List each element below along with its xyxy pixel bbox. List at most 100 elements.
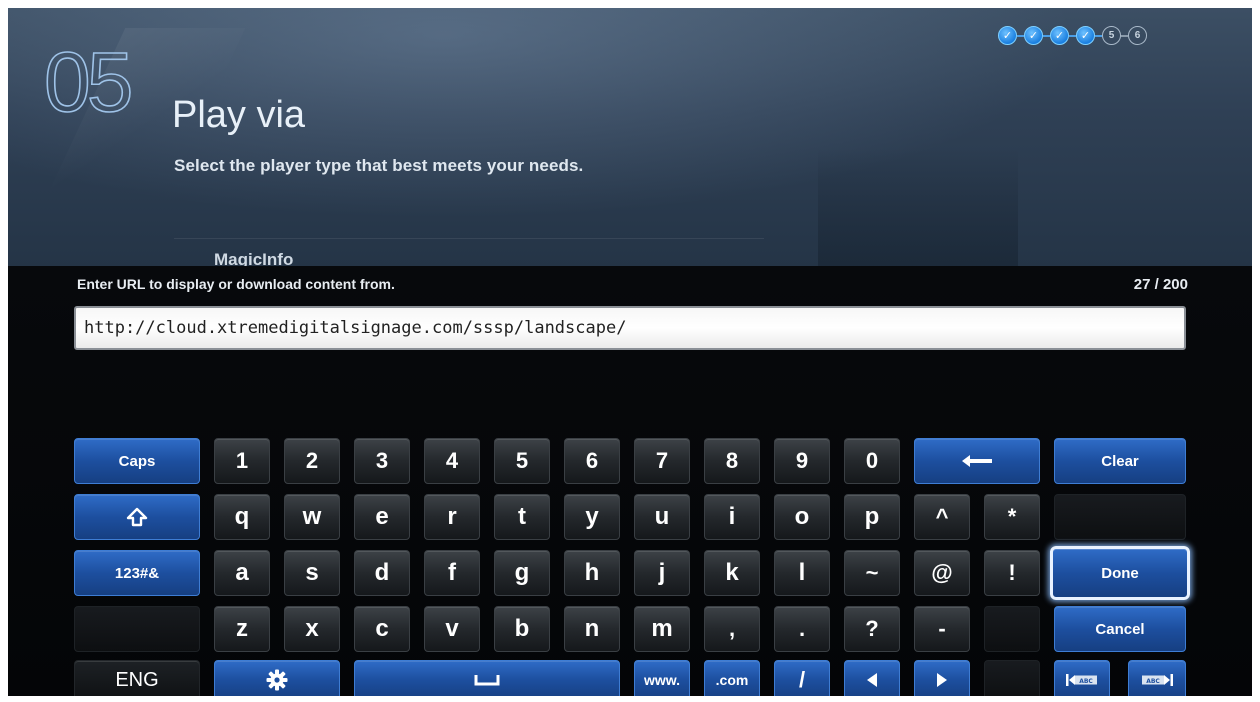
wizard-header: 05 Play via Select the player type that … [8, 8, 1252, 270]
step-4-check-icon: ✓ [1076, 26, 1095, 45]
step-6-indicator: 6 [1128, 26, 1147, 45]
key-j[interactable]: j [634, 550, 690, 596]
key-question[interactable]: ? [844, 606, 900, 652]
key-y[interactable]: y [564, 494, 620, 540]
key-8[interactable]: 8 [704, 438, 760, 484]
key-q[interactable]: q [214, 494, 270, 540]
key-s[interactable]: s [284, 550, 340, 596]
next-keyboard-key[interactable]: ABC [1128, 660, 1186, 696]
page-title: Play via [172, 94, 306, 136]
key-6[interactable]: 6 [564, 438, 620, 484]
step-3-check-icon: ✓ [1050, 26, 1069, 45]
key-k[interactable]: k [704, 550, 760, 596]
skip-forward-icon: ABC [1140, 672, 1174, 688]
key-d[interactable]: d [354, 550, 410, 596]
shift-key[interactable] [74, 494, 200, 540]
key-i[interactable]: i [704, 494, 760, 540]
key-h[interactable]: h [564, 550, 620, 596]
progress-connector [1069, 34, 1076, 37]
url-input[interactable]: http://cloud.xtremedigitalsignage.com/ss… [74, 306, 1186, 350]
key-x[interactable]: x [284, 606, 340, 652]
dotcom-key[interactable]: .com [704, 660, 760, 696]
triangle-left-icon [866, 672, 878, 688]
key-1[interactable]: 1 [214, 438, 270, 484]
key-z[interactable]: z [214, 606, 270, 652]
settings-key[interactable] [214, 660, 340, 696]
key-7[interactable]: 7 [634, 438, 690, 484]
caps-key[interactable]: Caps [74, 438, 200, 484]
key-f[interactable]: f [424, 550, 480, 596]
key-c[interactable]: c [354, 606, 410, 652]
svg-text:ABC: ABC [1146, 678, 1160, 685]
tv-screen: 05 Play via Select the player type that … [8, 8, 1252, 696]
key-caret[interactable]: ^ [914, 494, 970, 540]
triangle-right-icon [936, 672, 948, 688]
language-label: ENG [115, 668, 159, 691]
slash-key[interactable]: / [774, 660, 830, 696]
key-9[interactable]: 9 [774, 438, 830, 484]
key-r[interactable]: r [424, 494, 480, 540]
key-u[interactable]: u [634, 494, 690, 540]
virtual-keyboard-panel: Enter URL to display or download content… [8, 266, 1252, 696]
progress-connector [1043, 34, 1050, 37]
key-3[interactable]: 3 [354, 438, 410, 484]
key-5[interactable]: 5 [494, 438, 550, 484]
done-label: Done [1101, 564, 1139, 582]
progress-connector [1017, 34, 1024, 37]
key-v[interactable]: v [424, 606, 480, 652]
prev-keyboard-key[interactable]: ABC [1054, 660, 1110, 696]
key-t[interactable]: t [494, 494, 550, 540]
gear-icon [266, 669, 288, 691]
language-key[interactable]: ENG [74, 660, 200, 696]
key-4[interactable]: 4 [424, 438, 480, 484]
empty-key [984, 606, 1040, 652]
key-o[interactable]: o [774, 494, 830, 540]
key-a[interactable]: a [214, 550, 270, 596]
backspace-arrow-icon [960, 453, 994, 469]
cancel-button[interactable]: Cancel [1054, 606, 1186, 652]
progress-connector [1121, 34, 1128, 37]
backspace-key[interactable] [914, 438, 1040, 484]
step-number: 05 [43, 34, 134, 130]
key-tilde[interactable]: ~ [844, 550, 900, 596]
key-e[interactable]: e [354, 494, 410, 540]
key-g[interactable]: g [494, 550, 550, 596]
key-asterisk[interactable]: * [984, 494, 1040, 540]
key-0[interactable]: 0 [844, 438, 900, 484]
space-key[interactable] [354, 660, 620, 696]
key-m[interactable]: m [634, 606, 690, 652]
character-counter: 27 / 200 [1133, 276, 1188, 293]
enter-key-disabled [1054, 494, 1186, 540]
symbols-label: 123#& [114, 564, 160, 582]
cursor-left-key[interactable] [844, 660, 900, 696]
input-prompt: Enter URL to display or download content… [77, 276, 395, 292]
key-w[interactable]: w [284, 494, 340, 540]
done-button[interactable]: Done [1050, 546, 1190, 600]
skip-back-icon: ABC [1065, 672, 1099, 688]
key-n[interactable]: n [564, 606, 620, 652]
step-5-indicator: 5 [1102, 26, 1121, 45]
step-1-check-icon: ✓ [998, 26, 1017, 45]
www-key[interactable]: www. [634, 660, 690, 696]
caps-label: Caps [118, 452, 156, 470]
key-b[interactable]: b [494, 606, 550, 652]
key-comma[interactable]: , [704, 606, 760, 652]
clear-button[interactable]: Clear [1054, 438, 1186, 484]
key-at[interactable]: @ [914, 550, 970, 596]
symbols-key[interactable]: 123#& [74, 550, 200, 596]
key-period[interactable]: . [774, 606, 830, 652]
key-hyphen[interactable]: - [914, 606, 970, 652]
key-p[interactable]: p [844, 494, 900, 540]
empty-key [984, 660, 1040, 696]
clear-label: Clear [1101, 452, 1139, 470]
key-exclamation[interactable]: ! [984, 550, 1040, 596]
empty-key [74, 606, 200, 652]
key-l[interactable]: l [774, 550, 830, 596]
cancel-label: Cancel [1095, 620, 1145, 638]
key-2[interactable]: 2 [284, 438, 340, 484]
svg-text:ABC: ABC [1079, 678, 1093, 685]
progress-connector [1095, 34, 1102, 37]
space-bar-icon [474, 674, 500, 686]
cursor-right-key[interactable] [914, 660, 970, 696]
step-progress: ✓ ✓ ✓ ✓ 5 6 [998, 26, 1147, 45]
